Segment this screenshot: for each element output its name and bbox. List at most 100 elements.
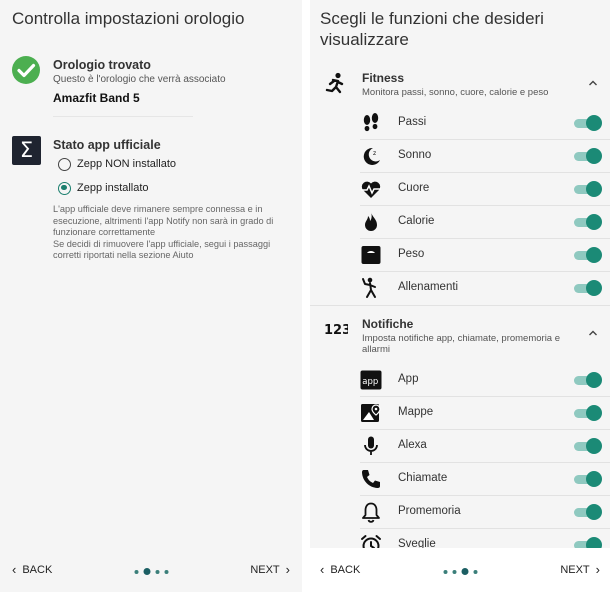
watch-found-title: Orologio trovato: [53, 58, 151, 72]
toggle-switch-on[interactable]: [574, 471, 602, 487]
feature-row-mappe[interactable]: Mappe: [360, 396, 610, 429]
watch-name: Amazfit Band 5: [53, 91, 140, 105]
page-indicator: [132, 568, 171, 575]
feature-label: Chiamate: [398, 472, 448, 484]
chevron-up-icon: [589, 330, 597, 336]
feature-label: Calorie: [398, 215, 435, 227]
heart-icon: [361, 181, 381, 198]
bottom-nav: ‹ BACK NEXT ›: [310, 548, 610, 592]
radio-label: Zepp NON installato: [77, 158, 177, 170]
feature-label: App: [398, 373, 419, 385]
chevron-left-icon: ‹: [12, 562, 17, 577]
info-paragraph: L'app ufficiale deve rimanere sempre con…: [53, 204, 274, 237]
feature-row-cuore[interactable]: Cuore: [360, 172, 610, 205]
feature-label: Mappe: [398, 406, 434, 418]
chevron-right-icon: ›: [595, 562, 600, 577]
check-icon: [12, 56, 40, 84]
page-dot: [134, 569, 138, 574]
group-title: Notifiche: [362, 317, 414, 331]
page-title: Controlla impostazioni orologio: [12, 9, 245, 28]
feature-row-sonno[interactable]: z Sonno: [360, 139, 610, 172]
toggle-switch-on[interactable]: [574, 181, 602, 197]
page-dot: [452, 569, 456, 574]
official-app-title: Stato app ufficiale: [53, 138, 161, 152]
feature-label: Allenamenti: [398, 281, 459, 293]
toggle-switch-on[interactable]: [574, 372, 602, 388]
svg-text:123: 123: [324, 323, 348, 338]
chevron-left-icon: ‹: [320, 562, 325, 577]
info-paragraph: Se decidi di rimuovere l'app ufficiale, …: [53, 238, 271, 261]
svg-text:app: app: [362, 377, 378, 387]
group-notifiche-header[interactable]: 123 Notifiche Imposta notifiche app, chi…: [310, 314, 610, 358]
page-indicator: [441, 568, 480, 575]
next-button[interactable]: NEXT ›: [250, 562, 290, 577]
choose-features-screen: Scegli le funzioni che desideri visualiz…: [310, 0, 610, 592]
group-subtitle: Monitora passi, sonno, cuore, calorie e …: [362, 87, 549, 98]
screen-gap: [302, 0, 310, 592]
setup-watch-screen: Controlla impostazioni orologio Orologio…: [0, 0, 302, 592]
fire-icon: [365, 212, 377, 231]
radio-zepp-installed[interactable]: Zepp installato: [58, 180, 149, 196]
toggle-switch-on[interactable]: [574, 504, 602, 520]
page-dot-active: [143, 568, 150, 575]
info-text: L'app ufficiale deve rimanere sempre con…: [53, 204, 291, 262]
page-dot: [155, 569, 159, 574]
running-icon: [325, 72, 344, 94]
feature-label: Alexa: [398, 439, 427, 451]
app-icon: app: [360, 370, 382, 390]
feature-row-calorie[interactable]: Calorie: [360, 205, 610, 238]
bottom-nav: ‹ BACK NEXT ›: [0, 548, 302, 592]
zepp-logo-icon: Σ: [12, 136, 41, 165]
feature-row-alexa[interactable]: Alexa: [360, 429, 610, 462]
footprints-icon: [363, 113, 379, 132]
phone-icon: [362, 470, 380, 488]
svg-text:z: z: [373, 150, 376, 157]
radio-button-selected[interactable]: [58, 181, 71, 195]
toggle-switch-on[interactable]: [574, 148, 602, 164]
back-button[interactable]: ‹ BACK: [320, 562, 361, 577]
radio-zepp-not-installed[interactable]: Zepp NON installato: [58, 156, 176, 172]
feature-label: Sonno: [398, 149, 432, 161]
group-subtitle: Imposta notifiche app, chiamate, promemo…: [362, 333, 561, 355]
feature-row-chiamate[interactable]: Chiamate: [360, 462, 610, 495]
page-dot: [164, 569, 168, 574]
page-dot-active: [461, 568, 468, 575]
back-label: BACK: [22, 564, 53, 576]
toggle-switch-on[interactable]: [574, 280, 602, 296]
toggle-switch-on[interactable]: [574, 214, 602, 230]
back-label: BACK: [330, 564, 361, 576]
toggle-switch-on[interactable]: [574, 247, 602, 263]
group-title: Fitness: [362, 71, 405, 85]
microphone-icon: [364, 436, 378, 455]
feature-label: Passi: [398, 116, 427, 128]
map-icon: [361, 404, 381, 422]
page-dot: [473, 569, 477, 574]
group-fitness-header[interactable]: Fitness Monitora passi, sonno, cuore, ca…: [310, 68, 610, 110]
toggle-switch-on[interactable]: [574, 405, 602, 421]
divider: [310, 305, 610, 306]
back-button[interactable]: ‹ BACK: [12, 562, 53, 577]
feature-row-allenamenti[interactable]: Allenamenti: [360, 271, 610, 304]
next-button[interactable]: NEXT ›: [560, 562, 600, 577]
chevron-right-icon: ›: [285, 562, 290, 577]
radio-button[interactable]: [58, 157, 71, 171]
page-dot: [443, 569, 447, 574]
bell-icon: [362, 502, 380, 523]
next-label: NEXT: [250, 564, 280, 576]
toggle-switch-on[interactable]: [574, 115, 602, 131]
scale-icon: [361, 246, 381, 264]
moon-icon: z: [363, 147, 380, 165]
feature-row-peso[interactable]: Peso: [360, 238, 610, 271]
feature-row-passi[interactable]: Passi: [360, 106, 610, 139]
feature-row-app[interactable]: app App: [360, 363, 610, 396]
divider: [53, 116, 193, 117]
feature-row-sveglie[interactable]: Sveglie: [360, 528, 610, 550]
page-title: Scegli le funzioni che desideri visualiz…: [320, 9, 544, 49]
toggle-switch-on[interactable]: [574, 438, 602, 454]
chevron-up-icon: [589, 80, 597, 86]
feature-row-promemoria[interactable]: Promemoria: [360, 495, 610, 528]
watch-found-subtitle: Questo è l'orologio che verrà associato: [53, 74, 226, 85]
workout-icon: [362, 277, 376, 298]
numbers-123-icon: 123: [324, 323, 348, 338]
next-label: NEXT: [560, 564, 590, 576]
